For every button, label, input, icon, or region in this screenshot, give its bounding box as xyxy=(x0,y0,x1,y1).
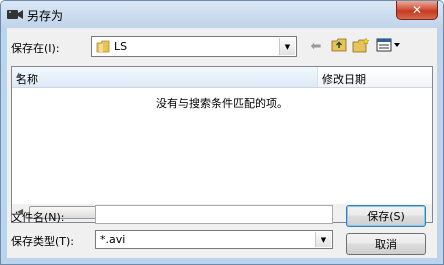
chevron-down-icon[interactable]: ▼ xyxy=(279,38,295,55)
file-list[interactable]: 名称 ▲ 修改日期 没有与搜索条件匹配的项。 ◀ ||| ▶ xyxy=(11,66,433,223)
title-bar[interactable]: 另存为 ✕ xyxy=(1,1,443,28)
new-folder-icon[interactable] xyxy=(352,37,370,53)
save-type-label: 保存类型(T): xyxy=(11,235,75,248)
file-name-input[interactable] xyxy=(95,205,333,224)
view-menu-icon[interactable] xyxy=(376,37,402,53)
column-date-header[interactable]: 修改日期 xyxy=(318,67,432,87)
video-camera-icon xyxy=(7,9,23,20)
column-name-header[interactable]: 名称 ▲ xyxy=(12,67,318,87)
save-in-dropdown[interactable]: LS ▼ xyxy=(91,36,297,57)
empty-message: 没有与搜索条件匹配的项。 xyxy=(156,97,288,110)
sort-ascending-icon: ▲ xyxy=(16,71,22,79)
save-in-value: LS xyxy=(114,40,128,53)
folder-icon xyxy=(96,40,110,56)
back-arrow-icon[interactable]: ⬅ xyxy=(307,38,325,54)
list-header: 名称 ▲ 修改日期 xyxy=(12,67,432,88)
save-type-dropdown[interactable]: *.avi ▼ xyxy=(95,230,333,249)
up-folder-icon[interactable] xyxy=(330,37,348,53)
save-in-label: 保存在(I): xyxy=(11,42,60,55)
chevron-down-icon[interactable]: ▼ xyxy=(315,232,331,247)
cancel-button[interactable]: 取消 xyxy=(346,233,426,255)
file-name-label: 文件名(N): xyxy=(11,211,65,224)
window-title: 另存为 xyxy=(27,9,64,23)
close-button[interactable]: ✕ xyxy=(396,1,438,20)
save-type-value: *.avi xyxy=(100,233,126,246)
column-date-label: 修改日期 xyxy=(322,73,366,86)
save-button[interactable]: 保存(S) xyxy=(346,205,426,227)
save-as-dialog: 另存为 ✕ 保存在(I): LS ▼ ⬅ 名称 ▲ 修改日期 没有与搜索条件匹配… xyxy=(0,0,444,265)
dialog-body: 保存在(I): LS ▼ ⬅ 名称 ▲ 修改日期 没有与搜索条件匹配的项。 ◀ … xyxy=(7,28,437,258)
